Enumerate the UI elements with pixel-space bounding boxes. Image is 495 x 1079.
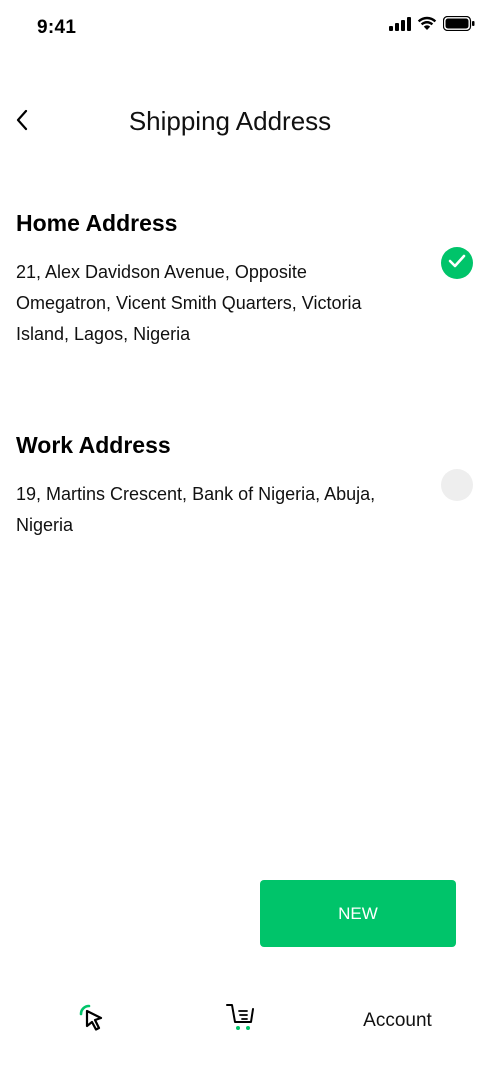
new-address-button[interactable]: NEW (260, 880, 456, 947)
status-bar: 9:41 (0, 0, 495, 56)
checkmark-icon (448, 254, 466, 273)
cart-icon (225, 1002, 257, 1037)
bottom-nav: Account (0, 995, 495, 1055)
status-time: 9:41 (37, 17, 77, 38)
address-card-home[interactable]: Home Address 21, Alex Davidson Avenue, O… (16, 210, 481, 350)
address-text: 19, Martins Crescent, Bank of Nigeria, A… (16, 484, 376, 535)
wifi-icon (417, 16, 437, 36)
nav-item-explore[interactable] (76, 1003, 108, 1035)
header: Shipping Address (0, 96, 495, 148)
address-title: Home Address (16, 210, 178, 236)
battery-icon (442, 15, 475, 36)
address-title: Work Address (16, 432, 171, 458)
status-icons (389, 15, 475, 36)
cursor-icon (77, 1002, 107, 1037)
address-text: 21, Alex Davidson Avenue, Opposite Omega… (16, 262, 362, 344)
address-card-work[interactable]: Work Address 19, Martins Crescent, Bank … (16, 432, 481, 541)
nav-item-account[interactable]: Account (350, 1003, 445, 1035)
address-radio-selected[interactable] (441, 247, 473, 279)
nav-account-label: Account (363, 1010, 432, 1031)
page-title: Shipping Address (128, 106, 332, 136)
signal-icon (389, 16, 411, 36)
address-radio-unselected[interactable] (441, 469, 473, 501)
nav-item-cart[interactable] (224, 1003, 258, 1035)
